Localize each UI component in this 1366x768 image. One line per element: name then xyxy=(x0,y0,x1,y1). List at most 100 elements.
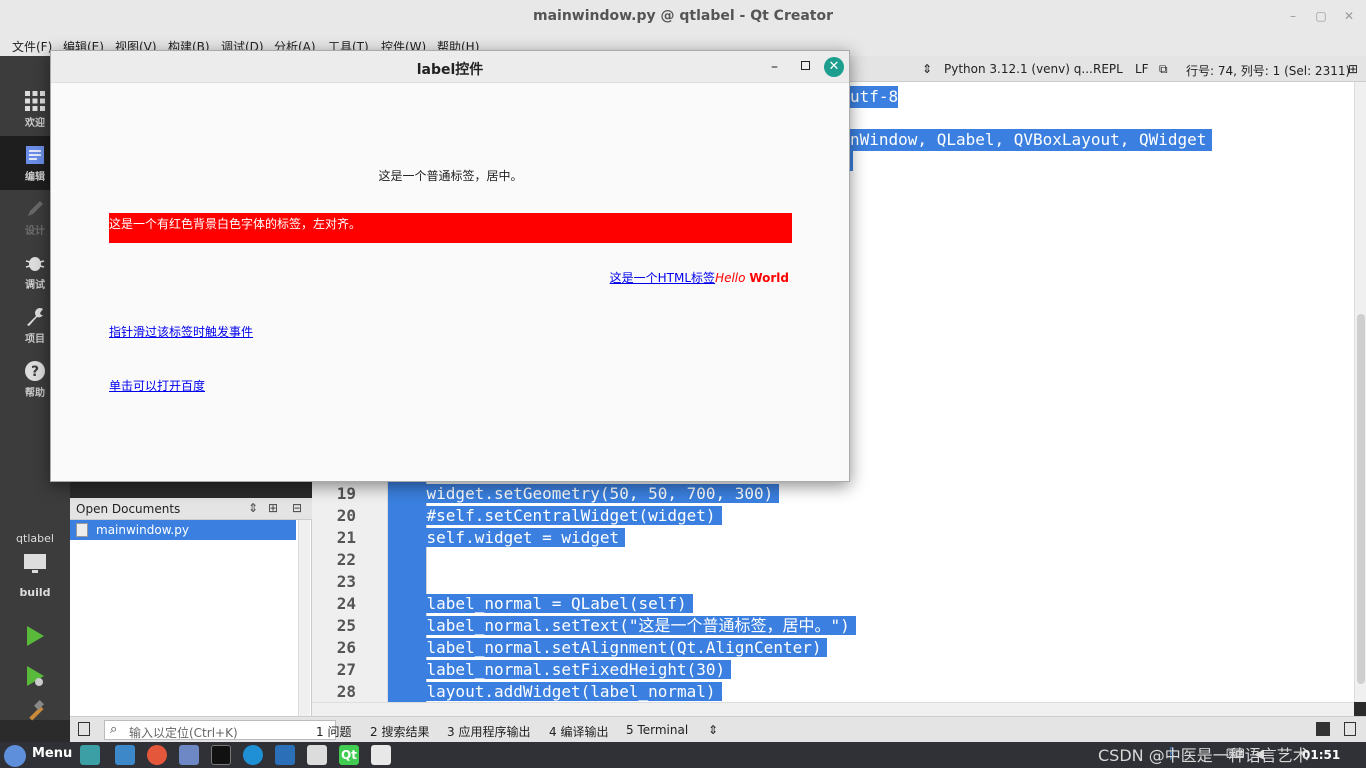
html-label-hello: Hello xyxy=(715,271,746,285)
mode-edit-label: 编辑 xyxy=(25,172,45,183)
edge-icon[interactable] xyxy=(243,745,263,765)
qt-creator-icon[interactable]: Qt xyxy=(339,745,359,765)
html-label-link[interactable]: 这是一个HTML标签 xyxy=(610,271,715,285)
code-line: label_normal.setFixedHeight(30) xyxy=(388,659,732,681)
label-demo-window: label控件 – ✕ 这是一个普通标签，居中。 这是一个有红色背景白色字体的标… xyxy=(50,50,850,482)
toggle-right-sidebar-icon[interactable] xyxy=(1344,722,1356,736)
debug-play-icon xyxy=(27,666,44,686)
code-line: layout.addWidget(label_normal) xyxy=(388,681,722,703)
line-number: 19 xyxy=(336,484,356,503)
settings-gear-icon[interactable] xyxy=(371,745,391,765)
output-pane-menu-icon[interactable] xyxy=(1316,722,1330,736)
close-icon[interactable]: ✕ xyxy=(1340,7,1358,25)
code-line: self.widget = widget xyxy=(388,527,626,549)
python-interpreter-selector[interactable]: Python 3.12.1 (venv) q... xyxy=(944,62,1093,76)
split-editor-icon[interactable]: ⧉ xyxy=(1159,62,1168,77)
dialog-title-bar[interactable]: label控件 – ✕ xyxy=(51,51,849,83)
terminal-icon[interactable] xyxy=(211,745,231,765)
mode-design-label: 设计 xyxy=(25,226,45,237)
code-line-text: widget.setGeometry(50, 50, 700, 300) xyxy=(388,484,780,503)
python-icon[interactable] xyxy=(307,745,327,765)
dialog-maximize-icon[interactable] xyxy=(801,61,810,70)
minimize-icon[interactable]: – xyxy=(1284,7,1302,25)
dialog-close-icon[interactable]: ✕ xyxy=(824,57,844,77)
tab-compile-output[interactable]: 4 编译输出 xyxy=(549,723,608,740)
desktop-icon[interactable] xyxy=(80,745,100,765)
normal-label: 这是一个普通标签，居中。 xyxy=(378,169,523,183)
code-line xyxy=(388,549,394,571)
updown-arrows-icon[interactable]: ⇕ xyxy=(708,723,718,737)
hover-event-label[interactable]: 指针滑过该标签时触发事件 xyxy=(109,323,253,340)
code-line-text xyxy=(388,550,394,569)
red-background-label: 这是一个有红色背景白色字体的标签，左对齐。 xyxy=(109,213,792,243)
tab-application-output[interactable]: 3 应用程序输出 xyxy=(447,723,530,740)
run-button[interactable] xyxy=(0,624,70,651)
updown-arrows-icon[interactable]: ⇕ xyxy=(248,501,258,515)
code-line: label_normal.setAlignment(Qt.AlignCenter… xyxy=(388,637,828,659)
code-line: widget.setGeometry(50, 50, 700, 300) xyxy=(388,483,780,505)
html-label-world: World xyxy=(749,271,789,285)
code-line-text xyxy=(388,572,394,591)
split-icon[interactable]: ⊞ xyxy=(1348,62,1358,76)
search-icon: ⌕ xyxy=(110,722,118,737)
cursor-position[interactable]: 行号: 74, 列号: 1 (Sel: 2311) xyxy=(1186,62,1350,79)
edit-document-icon xyxy=(26,146,44,164)
split-panel-icon[interactable]: ⊞ xyxy=(268,501,278,515)
taskbar: Menu Qt ᛒ ⌨ ◀ 01:51 CSDN @中医是一种语言艺术 xyxy=(0,742,1366,768)
open-document-filename: mainwindow.py xyxy=(96,523,189,537)
line-number: 27 xyxy=(336,660,356,679)
editor-horizontal-scrollbar[interactable] xyxy=(312,702,1354,716)
bug-icon xyxy=(25,257,45,271)
editor-toolbar: ⇕ Python 3.12.1 (venv) q... REPL LF ⧉ 行号… xyxy=(850,56,1366,82)
watermark: CSDN @中医是一种语言艺术 xyxy=(1098,746,1309,765)
output-pane-bar: ⌕ 输入以定位(Ctrl+K) 1 问题 2 搜索结果 3 应用程序输出 4 编… xyxy=(70,716,1366,742)
mode-debug-label: 调试 xyxy=(25,280,45,291)
repl-button[interactable]: REPL xyxy=(1093,62,1123,76)
start-logo-icon[interactable] xyxy=(4,745,26,767)
code-line-text: label_normal.setAlignment(Qt.AlignCenter… xyxy=(388,638,828,657)
file-manager-icon[interactable] xyxy=(115,745,135,765)
line-number: 23 xyxy=(336,572,356,591)
editor-vertical-scrollbar[interactable] xyxy=(1354,82,1366,702)
code-line-text: self.widget = widget xyxy=(388,528,626,547)
tab-terminal[interactable]: 5 Terminal xyxy=(626,723,688,737)
dialog-minimize-icon[interactable]: – xyxy=(771,59,778,75)
debug-run-button[interactable] xyxy=(0,664,70,691)
kit-project-name: qtlabel xyxy=(16,532,54,545)
code-line-text: label_normal = QLabel(self) xyxy=(388,594,693,613)
dialog-title: label控件 xyxy=(416,62,484,78)
locator-input[interactable]: ⌕ 输入以定位(Ctrl+K) xyxy=(104,720,336,740)
tab-search-results[interactable]: 2 搜索结果 xyxy=(370,723,429,740)
toggle-sidebar-icon[interactable] xyxy=(78,722,90,736)
code-line-top-a: utf-8 xyxy=(850,86,899,108)
main-title-bar: mainwindow.py @ qtlabel - Qt Creator – ▢… xyxy=(0,0,1366,34)
maximize-icon[interactable]: ▢ xyxy=(1312,7,1330,25)
build-button[interactable] xyxy=(0,700,70,727)
text-editor-icon[interactable] xyxy=(275,745,295,765)
line-number: 25 xyxy=(336,616,356,635)
start-menu-button[interactable]: Menu xyxy=(32,746,72,761)
menu-file[interactable]: 文件(F) xyxy=(12,38,52,55)
kit-selector[interactable] xyxy=(0,552,70,579)
open-document-item[interactable]: mainwindow.py xyxy=(70,520,296,540)
window-title: mainwindow.py @ qtlabel - Qt Creator xyxy=(532,8,834,24)
scroll-thumb[interactable] xyxy=(1357,314,1365,684)
code-line xyxy=(388,571,394,593)
line-ending-selector[interactable]: LF xyxy=(1135,62,1149,76)
wrench-icon xyxy=(27,308,43,326)
baidu-link-label[interactable]: 单击可以打开百度 xyxy=(109,377,205,394)
code-line-text: #self.setCentralWidget(widget) xyxy=(388,506,722,525)
code-line-text: label_normal.setText("这是一个普通标签，居中。") xyxy=(388,616,856,635)
code-line-text: label_normal.setFixedHeight(30) xyxy=(388,660,732,679)
open-documents-scrollbar[interactable] xyxy=(298,520,310,716)
close-panel-icon[interactable]: ⊟ xyxy=(292,501,302,515)
help-icon: ? xyxy=(25,361,45,381)
open-documents-title[interactable]: Open Documents xyxy=(76,502,180,516)
line-number: 24 xyxy=(336,594,356,613)
svg-text:?: ? xyxy=(31,364,39,380)
tab-issues[interactable]: 1 问题 xyxy=(316,723,351,740)
html-label: 这是一个HTML标签Hello World xyxy=(109,269,789,286)
firefox-icon[interactable] xyxy=(147,745,167,765)
mail-icon[interactable] xyxy=(179,745,199,765)
updown-arrows-icon[interactable]: ⇕ xyxy=(922,62,932,76)
